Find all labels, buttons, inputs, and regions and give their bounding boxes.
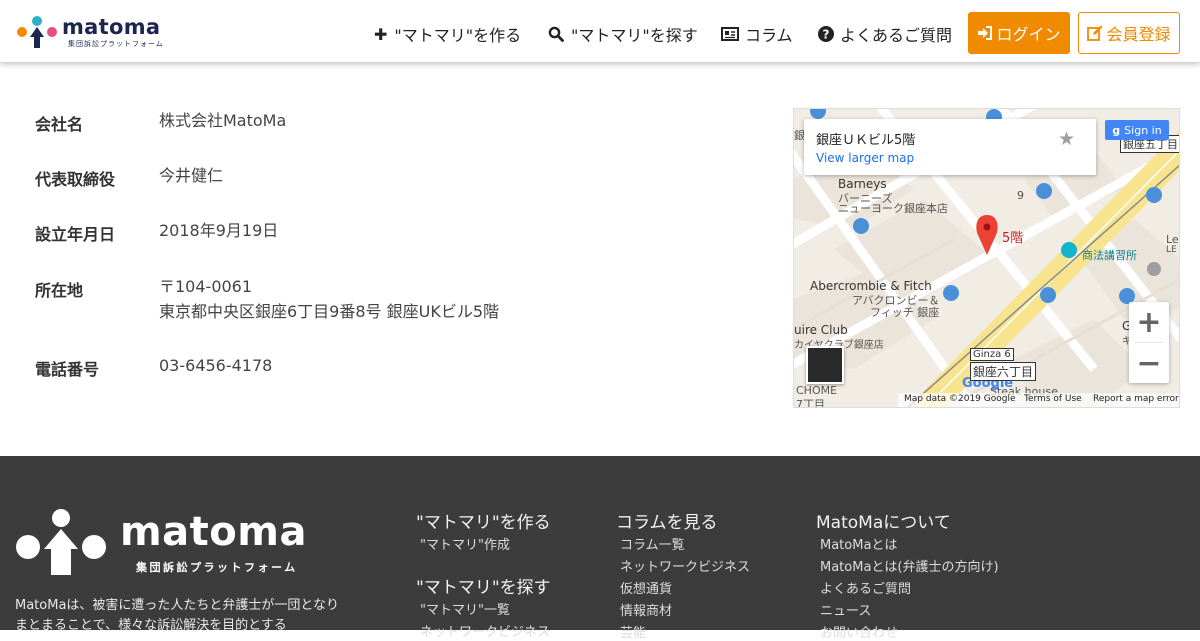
map-terms-link[interactable]: Terms of Use — [1024, 394, 1082, 404]
google-g-icon: g — [1112, 123, 1121, 137]
register-label: 会員登録 — [1106, 25, 1171, 44]
map-signin-button[interactable]: g Sign in — [1105, 120, 1169, 140]
newspaper-icon — [721, 27, 739, 41]
founded-value: 2018年9月19日 — [159, 221, 279, 240]
map-label-club: uire Club — [794, 323, 848, 337]
footer-description-2: まとまることで、様々な訴訟解決を目的とする — [15, 618, 287, 633]
ceo-value: 今井健仁 — [159, 166, 224, 185]
map-label-abercrombie-jp2: フィッチ 銀座 — [870, 306, 940, 319]
search-icon — [548, 26, 564, 42]
svg-text:?: ? — [823, 28, 830, 42]
map-label-barneys: Barneys — [838, 177, 887, 191]
footer-column-link-4[interactable]: 情報商材 — [620, 600, 672, 619]
map-label-ginza-6-jp: 銀座六丁目 — [970, 362, 1037, 381]
footer-column-heading[interactable]: コラムを見る — [616, 508, 718, 533]
map-place-title: 銀座ＵＫビル5階 — [816, 133, 916, 148]
edit-icon — [1087, 25, 1103, 41]
company-name-value: 株式会社MatoMa — [159, 111, 287, 130]
site-footer: matoma 集団訴訟プラットフォーム MatoMaは、被害に遭った人たちと弁護… — [0, 456, 1200, 641]
footer-logo-wordmark: matoma — [120, 509, 307, 555]
postal-code-value: 〒104-0061 — [159, 277, 253, 296]
map-label-shoho: 商法講習所 — [1082, 249, 1137, 262]
google-map[interactable]: Google Barneys バーニーズ ニューヨーク銀座本店 Abercrom… — [793, 108, 1180, 408]
footer-about-link-2[interactable]: MatoMaとは(弁護士の方向け) — [820, 556, 999, 575]
founded-label: 設立年月日 — [35, 225, 116, 244]
logo-tagline: 集団訴訟プラットフォーム — [68, 40, 164, 48]
footer-create-link[interactable]: "マトマリ"作成 — [420, 534, 510, 553]
nav-column-label: コラム — [745, 26, 793, 45]
logo-wordmark: matoma — [62, 15, 161, 39]
company-name-label: 会社名 — [35, 115, 84, 134]
site-logo[interactable]: matoma 集団訴訟プラットフォーム — [16, 15, 163, 49]
nav-faq-label: よくあるご質問 — [840, 26, 953, 45]
ceo-label: 代表取締役 — [35, 170, 116, 189]
footer-create-heading[interactable]: "マトマリ"を作る — [416, 508, 551, 533]
map-place-card: 銀座ＵＫビル5階 View larger map ★ — [804, 119, 1096, 175]
site-header: matoma 集団訴訟プラットフォーム ✚ "マトマリ"を作る "マトマリ"を探… — [0, 0, 1200, 62]
footer-column-link-1[interactable]: コラム一覧 — [620, 534, 685, 553]
map-pin-label: 5階 — [1002, 231, 1024, 246]
zoom-in-button[interactable]: + — [1129, 302, 1169, 342]
nav-column[interactable]: コラム — [721, 22, 793, 46]
map-label-le2: LE — [1166, 245, 1177, 255]
footer-column-link-5[interactable]: 芸能 — [620, 622, 646, 641]
footer-description-1: MatoMaは、被害に遭った人たちと弁護士が一団となり — [15, 598, 340, 613]
map-label-ginza-6: Ginza 6 — [970, 348, 1014, 361]
nav-search[interactable]: "マトマリ"を探す — [548, 22, 698, 46]
map-signin-label: Sign in — [1124, 123, 1162, 137]
footer-logo-tagline: 集団訴訟プラットフォーム — [136, 561, 298, 574]
footer-about-link-4[interactable]: ニュース — [820, 600, 871, 619]
nav-search-label: "マトマリ"を探す — [571, 26, 698, 45]
nav-create-label: "マトマリ"を作る — [394, 26, 522, 45]
footer-logo[interactable]: matoma 集団訴訟プラットフォーム — [16, 509, 316, 577]
phone-label: 電話番号 — [35, 360, 100, 379]
sign-in-icon — [978, 26, 993, 40]
map-report-link[interactable]: Report a map error — [1093, 394, 1179, 404]
phone-value: 03-6456-4178 — [159, 356, 273, 375]
map-footer: Map data ©2019 Google Terms of Use Repor… — [794, 393, 1179, 407]
address-label: 所在地 — [35, 281, 84, 300]
footer-network-link[interactable]: ネットワークビジネス — [420, 621, 550, 640]
star-icon[interactable]: ★ — [1058, 128, 1075, 150]
login-button[interactable]: ログイン — [968, 12, 1070, 54]
satellite-toggle[interactable] — [806, 346, 844, 384]
footer-list-link[interactable]: "マトマリ"一覧 — [420, 599, 510, 618]
view-larger-map-link[interactable]: View larger map — [816, 151, 914, 165]
footer-column-link-2[interactable]: ネットワークビジネス — [620, 556, 750, 575]
logo-mark-icon — [17, 16, 57, 48]
map-zoom-control: + − — [1129, 302, 1169, 383]
nav-create[interactable]: ✚ "マトマリ"を作る — [374, 22, 521, 46]
map-data-attribution: Map data ©2019 Google — [904, 394, 1016, 404]
footer-logo-mark-icon — [16, 509, 106, 575]
footer-about-link-5[interactable]: お問い合わせ — [820, 622, 898, 641]
zoom-out-button[interactable]: − — [1129, 343, 1169, 383]
map-label-abercrombie: Abercrombie & Fitch — [810, 279, 932, 293]
footer-about-link-3[interactable]: よくあるご質問 — [820, 578, 911, 597]
register-button[interactable]: 会員登録 — [1078, 12, 1180, 54]
footer-about-link-1[interactable]: MatoMaとは — [820, 534, 897, 553]
question-circle-icon: ? — [818, 26, 834, 42]
plus-icon: ✚ — [374, 24, 388, 44]
login-label: ログイン — [996, 25, 1061, 44]
footer-about-heading[interactable]: MatoMaについて — [816, 508, 951, 533]
nav-faq[interactable]: ? よくあるご質問 — [818, 22, 952, 46]
address-value: 東京都中央区銀座6丁目9番8号 銀座UKビル5階 — [159, 302, 500, 321]
footer-column-link-3[interactable]: 仮想通貨 — [620, 578, 672, 597]
map-label-num9: 9 — [1017, 189, 1024, 202]
footer-search-heading[interactable]: "マトマリ"を探す — [416, 573, 551, 598]
map-label-barneys-jp2: ニューヨーク銀座本店 — [838, 202, 948, 215]
